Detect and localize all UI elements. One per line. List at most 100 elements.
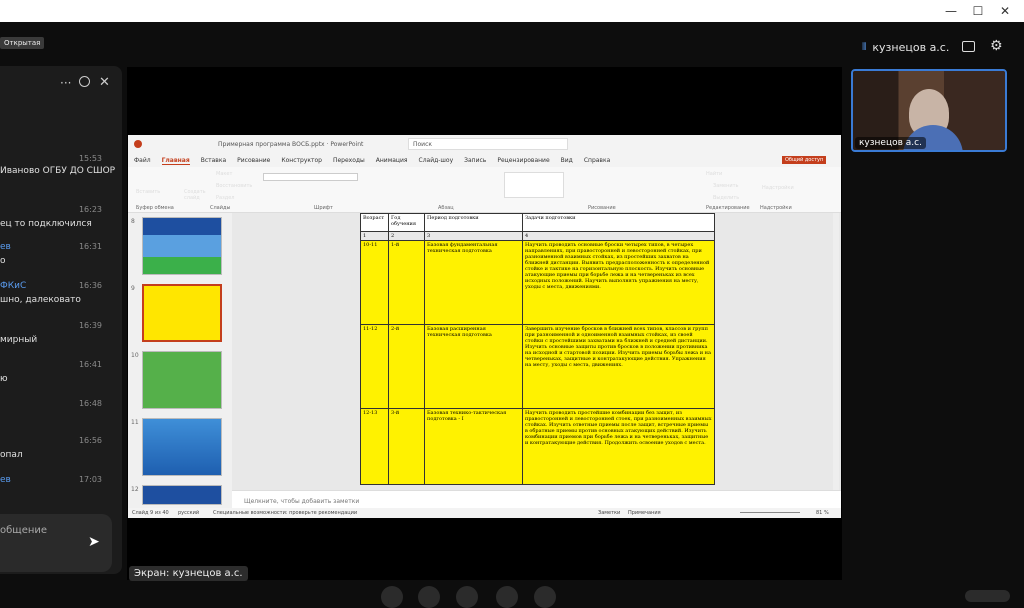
- comments-toggle[interactable]: Примечания: [628, 510, 661, 516]
- close-icon[interactable]: ✕: [99, 75, 110, 90]
- tab-view[interactable]: Вид: [561, 157, 573, 164]
- slide-table[interactable]: Возраст Год обучения Период подготовки З…: [360, 213, 715, 485]
- send-icon[interactable]: ➤: [88, 534, 100, 550]
- ppt-ribbon: Вставить Создать слайд Макет Восстановит…: [128, 167, 841, 213]
- gear-icon[interactable]: ⚙: [990, 38, 1003, 54]
- message-time: 16:56: [78, 436, 102, 445]
- paste-button[interactable]: Вставить: [136, 189, 160, 195]
- chat-message-input[interactable]: общение ➤: [0, 514, 112, 572]
- select-button[interactable]: Выделить: [713, 195, 739, 201]
- speaker-name: кузнецов а.с.: [872, 41, 950, 54]
- message-author[interactable]: ФКиС: [0, 281, 26, 291]
- cell-period: Базовая технико-тактическая подготовка -…: [424, 408, 523, 485]
- col-header-tasks: Задачи подготовки: [522, 213, 715, 232]
- reactions-icon[interactable]: [496, 586, 518, 608]
- cell-age: 10-11: [360, 240, 389, 325]
- new-slide-button[interactable]: Создать слайд: [184, 189, 208, 201]
- chat-message: ФКиС 16:36 шно, далековато: [0, 281, 122, 311]
- ppt-search-box[interactable]: Поиск: [408, 138, 568, 150]
- tab-insert[interactable]: Вставка: [201, 157, 226, 164]
- shapes-gallery[interactable]: [504, 172, 564, 198]
- group-font-label: Шрифт: [314, 205, 333, 211]
- reset-button[interactable]: Восстановить: [216, 183, 252, 189]
- maximize-button[interactable]: ☐: [965, 0, 991, 22]
- chat-icon[interactable]: [418, 586, 440, 608]
- message-time: 16:23: [78, 205, 102, 214]
- window-titlebar: — ☐ ✕: [0, 0, 1024, 22]
- cell-tasks: Завершить изучение бросков в ближней все…: [522, 324, 715, 409]
- slide-thumbnail[interactable]: [142, 418, 222, 476]
- col-header-age: Возраст: [360, 213, 389, 232]
- more-icon[interactable]: ···: [60, 76, 71, 90]
- tab-home[interactable]: Главная: [161, 157, 190, 165]
- find-button[interactable]: Найти: [706, 171, 722, 177]
- section-button[interactable]: Раздел: [216, 195, 234, 201]
- people-icon[interactable]: [381, 586, 403, 608]
- tab-review[interactable]: Рецензирование: [497, 157, 549, 164]
- person-card-icon[interactable]: [962, 41, 975, 52]
- microphone-icon: ⦀: [862, 42, 867, 53]
- notes-pane[interactable]: Щелкните, чтобы добавить заметки: [232, 490, 841, 510]
- tab-help[interactable]: Справка: [584, 157, 610, 164]
- thumb-number: 11: [131, 419, 139, 426]
- slide-scrollbar[interactable]: [833, 213, 839, 490]
- tab-record[interactable]: Запись: [464, 157, 486, 164]
- tab-draw[interactable]: Рисование: [237, 157, 270, 164]
- powerpoint-logo-icon: [134, 140, 142, 148]
- tab-design[interactable]: Конструктор: [281, 157, 322, 164]
- addins-button[interactable]: Надстройки: [762, 185, 794, 191]
- cell-tasks: Научить проводить основные броски четыре…: [522, 240, 715, 325]
- search-icon[interactable]: [79, 76, 90, 87]
- accessibility-status[interactable]: Специальные возможности: проверьте реком…: [213, 510, 357, 516]
- font-name-select[interactable]: [263, 173, 358, 181]
- message-text: ец то подключился: [0, 219, 92, 229]
- zoom-level[interactable]: 81 %: [816, 510, 829, 516]
- table-row: 12-13 3-й Базовая технико-тактическая по…: [360, 408, 715, 485]
- close-window-button[interactable]: ✕: [992, 0, 1018, 22]
- chat-input-placeholder: общение: [0, 525, 48, 536]
- group-editing-label: Редактирование: [706, 205, 750, 211]
- slide-thumbnail-selected[interactable]: [142, 284, 222, 342]
- replace-button[interactable]: Заменить: [713, 183, 739, 189]
- minimize-button[interactable]: —: [938, 0, 964, 22]
- share-button[interactable]: Общий доступ: [782, 156, 827, 164]
- ppt-doc-title: Примерная программа ВОСБ.pptx · PowerPoi…: [218, 141, 364, 148]
- message-time: 16:36: [78, 281, 102, 290]
- tab-transitions[interactable]: Переходы: [333, 157, 365, 164]
- zoom-slider[interactable]: [740, 512, 800, 513]
- slide-thumbnail[interactable]: [142, 217, 222, 275]
- tab-slideshow[interactable]: Слайд-шоу: [419, 157, 454, 164]
- tab-file[interactable]: Файл: [134, 157, 151, 164]
- chat-message: 16:48: [0, 399, 122, 429]
- chat-message: 15:53 Иваново ОГБУ ДО СШОР: [0, 154, 122, 184]
- slide-thumbnail[interactable]: [142, 351, 222, 409]
- layout-button[interactable]: Макет: [216, 171, 232, 177]
- language-indicator[interactable]: русский: [178, 510, 199, 516]
- thumb-number: 9: [131, 285, 135, 292]
- leave-button[interactable]: [965, 590, 1010, 602]
- slide-counter: Слайд 9 из 40: [132, 510, 169, 516]
- cell-period: Базовая фундаментальная техническая подг…: [424, 240, 523, 325]
- message-time: 16:31: [78, 242, 102, 251]
- cell-year: 2-й: [388, 324, 425, 409]
- message-text: шно, далековато: [0, 295, 81, 305]
- message-time: 16:41: [78, 360, 102, 369]
- more-options-icon[interactable]: [534, 586, 556, 608]
- message-author[interactable]: ев: [0, 242, 11, 252]
- table-row: 11-12 2-й Базовая расширенная техническа…: [360, 324, 715, 409]
- slide-thumbnail[interactable]: [142, 485, 222, 505]
- cell-year: 3-й: [388, 408, 425, 485]
- col-number: 1: [360, 231, 389, 241]
- screen-share-icon[interactable]: [456, 586, 478, 608]
- thumb-number: 10: [131, 352, 139, 359]
- ppt-statusbar: Слайд 9 из 40 русский Специальные возмож…: [128, 508, 841, 518]
- tab-animations[interactable]: Анимация: [376, 157, 408, 164]
- cell-year: 1-й: [388, 240, 425, 325]
- col-number: 4: [522, 231, 715, 241]
- notes-toggle[interactable]: Заметки: [598, 510, 620, 516]
- message-text: мирный: [0, 335, 38, 345]
- table-row: 10-11 1-й Базовая фундаментальная технич…: [360, 240, 715, 325]
- message-author[interactable]: ев: [0, 475, 11, 485]
- message-time: 16:39: [78, 321, 102, 330]
- chat-message: 16:23 ец то подключился: [0, 205, 122, 235]
